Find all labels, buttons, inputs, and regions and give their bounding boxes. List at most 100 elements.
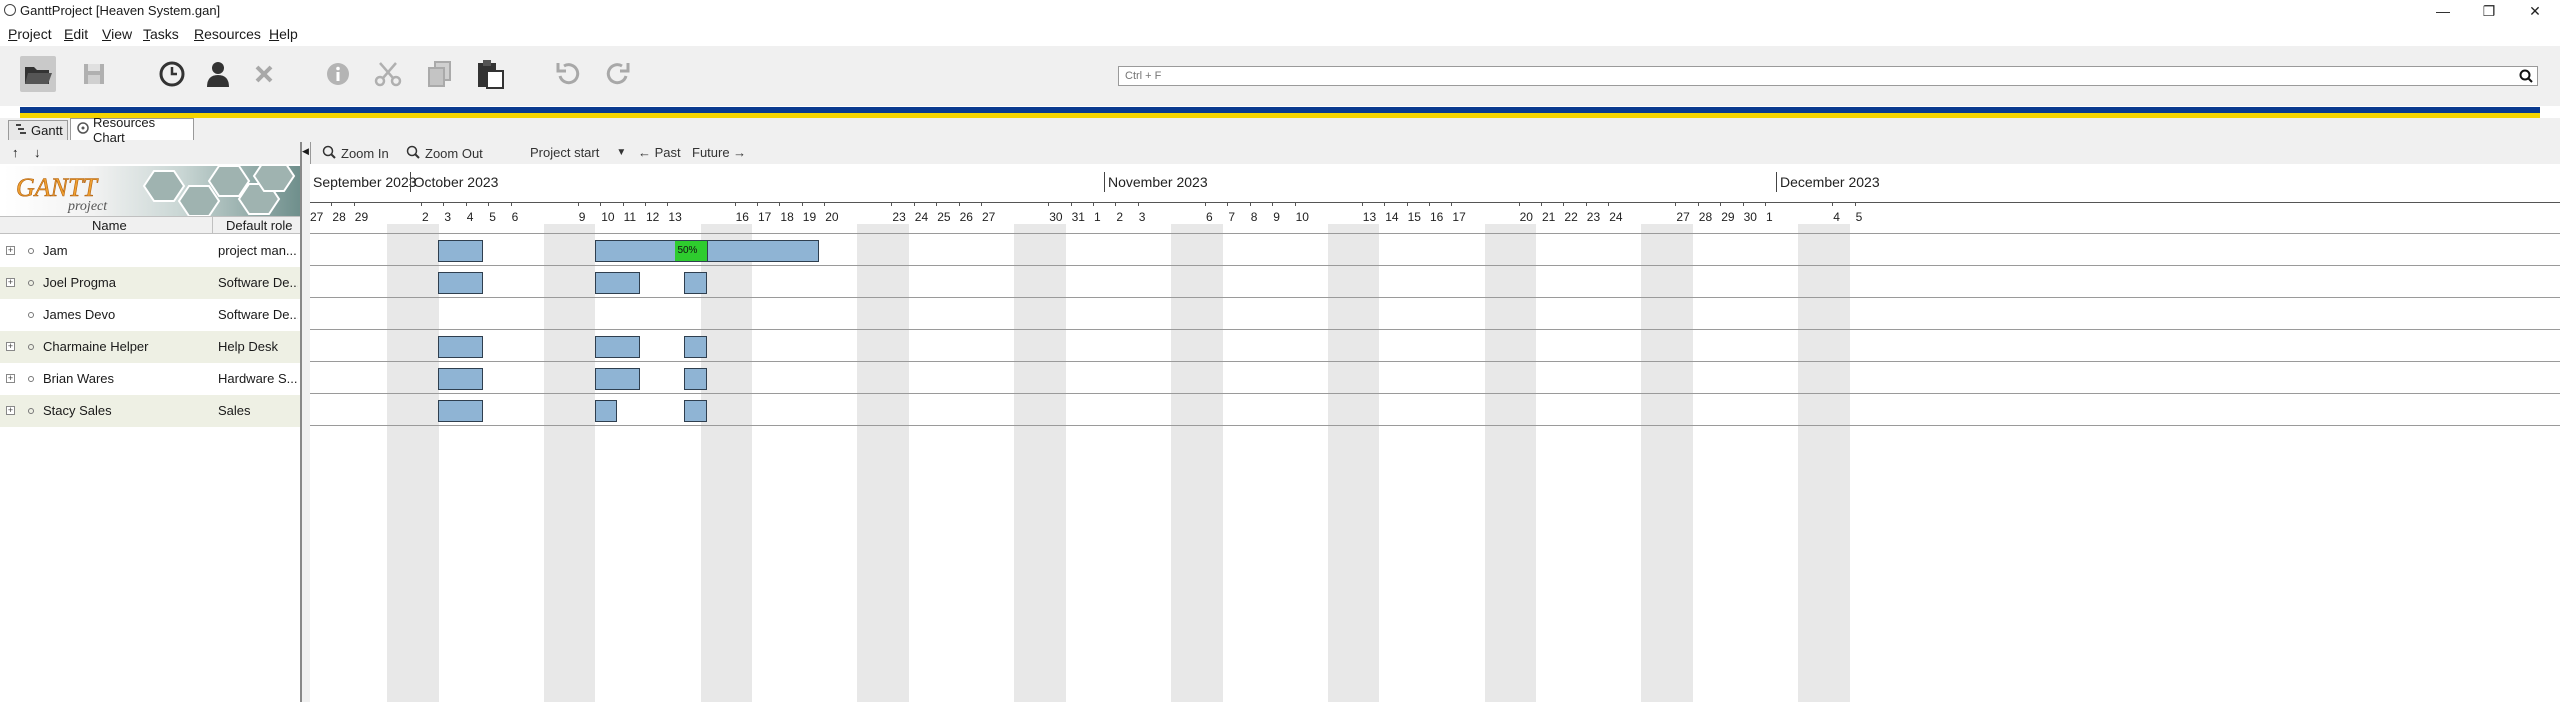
move-down-icon[interactable]: ↓ xyxy=(34,145,41,160)
day-tick xyxy=(1854,202,1856,206)
person-icon[interactable] xyxy=(200,56,236,92)
resource-name: Brian Wares xyxy=(43,371,115,386)
search-input[interactable] xyxy=(1119,67,2511,85)
expand-toggle-icon[interactable]: + xyxy=(6,342,15,351)
day-tick xyxy=(1070,202,1072,206)
load-bar[interactable] xyxy=(594,336,640,358)
collapse-arrow-icon[interactable]: ◀ xyxy=(302,146,309,157)
day-tick xyxy=(1608,202,1610,206)
resource-row[interactable]: + Jam project man... xyxy=(0,235,300,267)
zoom-out-icon xyxy=(406,145,420,162)
future-button[interactable]: Future → xyxy=(692,145,746,160)
tab-gantt[interactable]: Gantt xyxy=(8,120,68,140)
load-bar[interactable] xyxy=(594,368,640,390)
load-bar[interactable] xyxy=(706,240,819,262)
load-bar[interactable] xyxy=(684,336,707,358)
day-label: 20 xyxy=(1519,210,1533,224)
column-name-header[interactable]: Name xyxy=(92,218,127,233)
move-up-icon[interactable]: ↑ xyxy=(12,145,19,160)
expand-toggle-icon[interactable]: + xyxy=(6,406,15,415)
maximize-button[interactable]: ❐ xyxy=(2466,0,2512,22)
project-start-dropdown[interactable]: Project start ▼ xyxy=(530,145,626,160)
load-bar[interactable] xyxy=(438,240,483,262)
day-label: 3 xyxy=(1138,210,1146,224)
search-icon[interactable] xyxy=(2519,69,2533,86)
load-bar[interactable] xyxy=(684,400,707,422)
menu-project[interactable]: Project xyxy=(8,26,52,42)
load-bar[interactable] xyxy=(684,272,707,294)
resource-row[interactable]: + Brian Wares Hardware S... xyxy=(0,363,300,395)
tab-resources-chart[interactable]: Resources Chart xyxy=(70,115,194,145)
expand-toggle-icon[interactable]: + xyxy=(6,246,15,255)
day-label: 11 xyxy=(623,210,637,224)
day-tick xyxy=(734,202,736,206)
day-label: 13 xyxy=(1362,210,1377,224)
day-tick xyxy=(757,202,758,206)
menu-view[interactable]: View xyxy=(102,26,132,42)
clock-icon[interactable] xyxy=(154,56,190,92)
resource-name: Charmaine Helper xyxy=(43,339,149,354)
row-divider xyxy=(310,265,2560,266)
cut-icon[interactable] xyxy=(370,56,406,92)
load-bar[interactable] xyxy=(594,400,618,422)
day-tick xyxy=(1249,202,1251,206)
day-tick xyxy=(1585,202,1587,206)
past-button[interactable]: ← Past xyxy=(638,145,681,160)
day-tick xyxy=(1429,202,1430,206)
resource-row[interactable]: + Stacy Sales Sales xyxy=(0,395,300,427)
copy-icon[interactable] xyxy=(422,56,458,92)
day-label: 29 xyxy=(354,210,369,224)
search-box[interactable] xyxy=(1118,66,2538,86)
day-tick xyxy=(1384,202,1386,206)
load-bar[interactable] xyxy=(438,400,483,422)
timeline-axis xyxy=(310,202,2560,203)
day-label: 5 xyxy=(1855,210,1863,224)
day-label: 20 xyxy=(825,210,839,224)
paste-icon[interactable] xyxy=(472,56,508,92)
info-icon[interactable] xyxy=(320,56,356,92)
zoom-out-button[interactable]: Zoom Out xyxy=(406,145,483,162)
minimize-button[interactable]: — xyxy=(2420,0,2466,22)
close-window-button[interactable]: ✕ xyxy=(2512,0,2558,22)
day-label: 24 xyxy=(1609,210,1623,224)
day-tick xyxy=(936,202,938,206)
day-tick xyxy=(1093,202,1094,206)
day-tick xyxy=(1205,202,1206,206)
menu-tasks[interactable]: Tasks xyxy=(143,26,179,42)
day-tick xyxy=(600,202,602,206)
expand-toggle-icon[interactable]: + xyxy=(6,374,15,383)
day-label: 5 xyxy=(489,210,496,224)
menu-edit[interactable]: Edit xyxy=(64,26,88,42)
day-label: 9 xyxy=(578,210,586,224)
column-role-header[interactable]: Default role xyxy=(226,218,292,233)
load-bar[interactable] xyxy=(438,368,483,390)
resource-row[interactable]: + Charmaine Helper Help Desk xyxy=(0,331,300,363)
day-label: 2 xyxy=(422,210,429,224)
load-bar[interactable] xyxy=(438,336,483,358)
menu-help[interactable]: Help xyxy=(269,26,298,42)
open-folder-icon[interactable] xyxy=(20,56,56,92)
resource-bullet-icon xyxy=(28,248,34,254)
day-tick xyxy=(510,202,512,206)
day-label: 1 xyxy=(1766,210,1773,224)
day-label: 12 xyxy=(646,210,660,224)
menu-resources[interactable]: Resources xyxy=(194,26,261,42)
day-tick xyxy=(779,202,781,206)
undo-icon[interactable] xyxy=(550,56,586,92)
load-bar[interactable] xyxy=(684,368,707,390)
day-tick xyxy=(1720,202,1722,206)
zoom-in-button[interactable]: Zoom In xyxy=(322,145,389,162)
resource-row[interactable]: James Devo Software De... xyxy=(0,299,300,331)
day-label: 28 xyxy=(1698,210,1713,224)
delete-icon[interactable] xyxy=(246,56,282,92)
svg-text:GANTT: GANTT xyxy=(16,173,98,202)
day-tick xyxy=(1227,202,1229,206)
redo-icon[interactable] xyxy=(600,56,636,92)
day-label: 17 xyxy=(758,210,772,224)
resource-row[interactable]: + Joel Progma Software De... xyxy=(0,267,300,299)
save-icon[interactable] xyxy=(76,56,112,92)
expand-toggle-icon[interactable]: + xyxy=(6,278,15,287)
row-divider xyxy=(310,329,2560,330)
load-bar[interactable] xyxy=(594,272,640,294)
load-bar[interactable] xyxy=(438,272,483,294)
